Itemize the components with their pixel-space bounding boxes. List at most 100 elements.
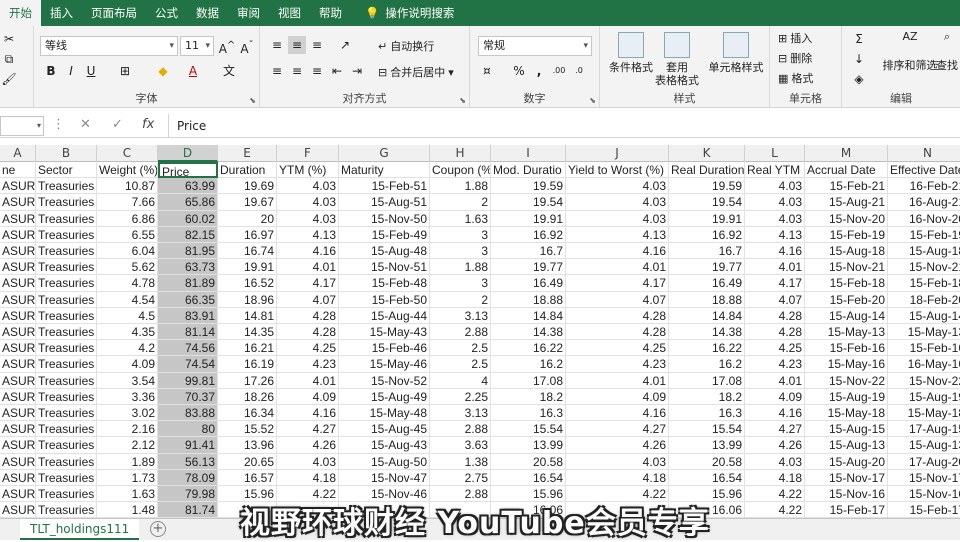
table-cell[interactable]: 15-Aug-45	[339, 421, 430, 438]
table-cell[interactable]: 6.55	[97, 226, 158, 243]
table-cell[interactable]: 19.77	[491, 259, 566, 276]
table-cell[interactable]: 6.04	[97, 243, 158, 260]
table-cell[interactable]: 15-Nov-22	[888, 373, 960, 389]
column-title-cell[interactable]: Accrual Date	[805, 162, 888, 179]
table-cell[interactable]: 2.88	[430, 324, 491, 341]
table-cell[interactable]: 4.2	[97, 340, 158, 357]
table-cell[interactable]: 15-Nov-16	[805, 486, 888, 503]
table-cell[interactable]: 4.5	[97, 307, 158, 324]
table-cell[interactable]: 15-Feb-19	[805, 226, 888, 243]
tab-formulas[interactable]: 公式	[146, 0, 187, 26]
table-cell[interactable]: 15-Feb-18	[805, 275, 888, 292]
column-title-cell[interactable]: YTM (%)	[277, 162, 339, 179]
bold-icon[interactable]: B	[42, 62, 60, 80]
table-cell[interactable]: 14.84	[669, 307, 745, 324]
table-cell[interactable]: Treasuries	[36, 469, 97, 486]
table-cell[interactable]: 4.16	[745, 405, 805, 422]
table-cell[interactable]: 15-Aug-14	[805, 307, 888, 324]
column-title-cell[interactable]: Sector	[36, 162, 97, 179]
insert-button[interactable]: ⊞ 插入	[778, 30, 812, 46]
border-icon[interactable]: ⊞	[116, 62, 134, 80]
table-cell[interactable]: 16-Nov-20	[888, 211, 960, 227]
table-cell[interactable]: ASURY	[0, 372, 36, 389]
table-cell[interactable]: 4.18	[566, 469, 669, 486]
table-cell[interactable]: 15-Aug-13	[888, 437, 960, 454]
table-cell[interactable]: 4.28	[566, 307, 669, 324]
table-cell[interactable]: 1.63	[430, 210, 491, 227]
table-cell[interactable]: 17.08	[491, 372, 566, 389]
table-cell[interactable]: 14.84	[491, 307, 566, 324]
table-cell[interactable]: 4.23	[566, 356, 669, 373]
table-cell[interactable]: 15-Aug-21	[805, 194, 888, 211]
font-name-combo[interactable]: 等线 ▾	[40, 36, 178, 56]
column-title-cell[interactable]: Weight (%)	[97, 162, 158, 179]
table-cell[interactable]: Treasuries	[36, 453, 97, 470]
column-title-cell[interactable]: Price	[158, 162, 218, 179]
align-left-icon[interactable]: ≡	[268, 62, 286, 80]
tab-view[interactable]: 视图	[269, 0, 310, 26]
table-cell[interactable]: 16.92	[491, 226, 566, 243]
launcher-icon[interactable]: ⬊	[589, 96, 596, 105]
table-cell[interactable]: 4.01	[745, 259, 805, 276]
table-cell[interactable]: Treasuries	[36, 194, 97, 211]
table-cell[interactable]: 4.03	[745, 453, 805, 470]
table-cell[interactable]: 13.99	[669, 437, 745, 454]
table-cell[interactable]: 15-Nov-16	[888, 486, 960, 503]
table-cell[interactable]: 4.13	[745, 226, 805, 243]
table-cell[interactable]: 15-Feb-18	[888, 275, 960, 292]
table-cell[interactable]: ASURY	[0, 388, 36, 405]
table-cell[interactable]: 19.67	[218, 194, 277, 211]
column-header-c[interactable]: C	[97, 145, 158, 162]
format-button[interactable]: ▦ 格式	[778, 70, 813, 86]
table-cell[interactable]: 1.48	[97, 502, 158, 518]
table-cell[interactable]: 4.03	[745, 210, 805, 227]
tab-insert[interactable]: 插入	[41, 0, 82, 26]
table-cell[interactable]: 5.62	[97, 259, 158, 276]
table-cell[interactable]: 15-Feb-21	[805, 178, 888, 195]
table-cell[interactable]: 4.28	[745, 307, 805, 324]
table-cell[interactable]: 16.3	[491, 405, 566, 422]
table-cell[interactable]: 15.54	[669, 421, 745, 438]
table-cell[interactable]: 15-Aug-51	[339, 194, 430, 211]
table-cell[interactable]: 66.35	[158, 291, 218, 308]
table-cell[interactable]: 16.34	[218, 405, 277, 422]
table-cell[interactable]: 4.01	[745, 372, 805, 389]
align-center-icon[interactable]: ≡	[288, 62, 306, 80]
table-cell[interactable]: 16.49	[669, 275, 745, 292]
table-cell[interactable]: 60.02	[158, 210, 218, 227]
table-cell[interactable]: 4.25	[745, 340, 805, 357]
table-cell[interactable]: 80	[158, 421, 218, 438]
table-cell[interactable]: 3.36	[97, 388, 158, 405]
table-cell[interactable]: 15.54	[491, 421, 566, 438]
table-cell[interactable]: 4.28	[566, 324, 669, 341]
table-cell[interactable]: 18.26	[218, 388, 277, 405]
table-cell[interactable]: 15-Aug-43	[339, 437, 430, 454]
table-cell[interactable]: 65.86	[158, 194, 218, 211]
fill-color-icon[interactable]: ◆	[154, 62, 172, 80]
table-cell[interactable]: 18.88	[669, 291, 745, 308]
table-cell[interactable]: 2.5	[430, 340, 491, 357]
formula-input[interactable]: Price	[168, 114, 960, 138]
table-cell[interactable]: 15-Aug-19	[805, 388, 888, 405]
orientation-icon[interactable]: ↗	[336, 36, 354, 54]
table-cell[interactable]: 15-Feb-20	[805, 291, 888, 308]
table-cell[interactable]: 3.13	[430, 405, 491, 422]
table-cell[interactable]: 2.75	[430, 469, 491, 486]
table-cell[interactable]: ASURY	[0, 421, 36, 438]
table-cell[interactable]: Treasuries	[36, 275, 97, 292]
table-cell[interactable]: 1.73	[97, 469, 158, 486]
table-cell[interactable]: 4.17	[277, 275, 339, 292]
table-cell[interactable]: 18.2	[491, 388, 566, 405]
table-cell[interactable]: ASURY	[0, 259, 36, 276]
table-cell[interactable]: 1.88	[430, 178, 491, 195]
table-cell[interactable]: 15-Feb-48	[339, 275, 430, 292]
table-cell[interactable]: ASURY	[0, 178, 36, 195]
table-cell[interactable]: 15-Nov-17	[888, 470, 960, 486]
table-cell[interactable]: 3	[430, 243, 491, 260]
table-cell[interactable]: 19.91	[491, 210, 566, 227]
table-cell[interactable]: 15-Nov-51	[339, 259, 430, 276]
table-cell[interactable]: 15-Nov-20	[805, 210, 888, 227]
table-cell[interactable]: 18.96	[218, 291, 277, 308]
table-cell[interactable]: 15-May-48	[339, 405, 430, 422]
column-header-j[interactable]: J	[566, 145, 669, 162]
